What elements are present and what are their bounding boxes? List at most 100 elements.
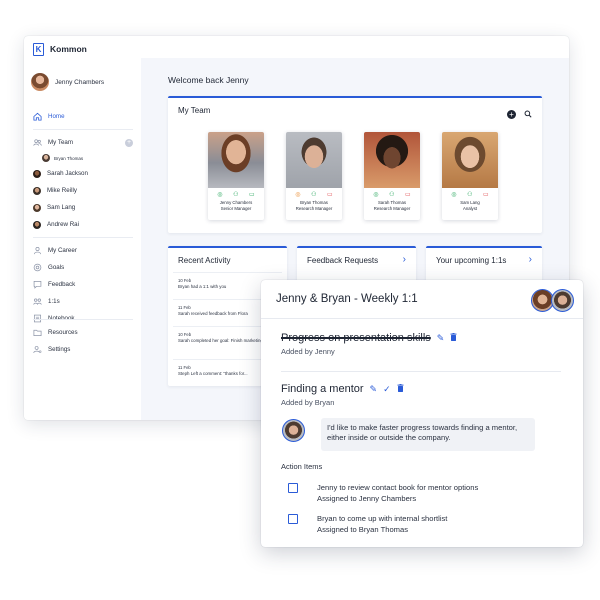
goal-icon[interactable]: ◎: [451, 191, 456, 198]
sidebar-item-member[interactable]: Sam Lang: [33, 199, 133, 216]
divider: [281, 371, 561, 372]
feedback-icon[interactable]: ▭: [405, 191, 411, 198]
member-photo: [442, 132, 498, 188]
user-profile[interactable]: Jenny Chambers: [31, 73, 104, 91]
topic-title: Finding a mentor: [281, 383, 364, 395]
add-member-icon[interactable]: +: [507, 109, 516, 119]
action-item-assignee: Assigned to Jenny Chambers: [317, 494, 417, 503]
app-name: Kommon: [50, 44, 87, 54]
sidebar-bottom-nav: Resources Settings: [33, 315, 133, 358]
team-member-card[interactable]: ◎ ⚇ ▭ Jenny Chambers Senior Manager: [208, 132, 264, 220]
sidebar-item-member[interactable]: Sarah Jackson: [33, 165, 133, 182]
avatar: [42, 154, 50, 162]
sidebar-subitem-bryan[interactable]: Bryan Thomas: [33, 151, 133, 165]
team-member-card[interactable]: ◎ ⚇ ▭ Bryan Thomas Research Manager: [286, 132, 342, 220]
feedback-icon[interactable]: ▭: [483, 191, 489, 198]
avatar: [33, 169, 41, 178]
sidebar-item-label: Sarah Jackson: [47, 170, 88, 177]
career-icon: [33, 246, 42, 255]
welcome-heading: Welcome back Jenny: [168, 75, 249, 85]
user-settings-icon: [33, 345, 42, 354]
user-avatar: [31, 73, 49, 91]
divider: [173, 272, 282, 273]
goal-icon[interactable]: ◎: [217, 191, 222, 198]
agenda-topic: Progress on presentation skills ✎ Added …: [281, 332, 457, 356]
chat-icon: [33, 280, 42, 289]
sidebar-item-label: My Career: [48, 247, 77, 254]
sidebar-item-label: 1:1s: [48, 298, 60, 305]
sidebar-item-label: Home: [48, 113, 65, 120]
brand[interactable]: K Kommon: [33, 42, 87, 56]
sidebar-item-one-on-ones[interactable]: 1:1s: [33, 293, 133, 310]
sidebar-item-label: Bryan Thomas: [54, 155, 84, 161]
topic-author: Added by Jenny: [281, 347, 335, 356]
one-on-one-icon[interactable]: ⚇: [389, 191, 394, 198]
sidebar-item-my-team[interactable]: My Team +: [33, 134, 133, 151]
member-photo: [208, 132, 264, 188]
meeting-title: Jenny & Bryan - Weekly 1:1: [276, 293, 418, 305]
add-team-member-icon[interactable]: +: [125, 138, 133, 147]
one-on-one-icon[interactable]: ⚇: [311, 191, 316, 198]
trash-icon[interactable]: [397, 384, 404, 394]
kommon-logo-icon: K: [33, 42, 44, 56]
sidebar-item-label: Settings: [48, 346, 71, 353]
people-icon: [33, 297, 42, 306]
divider: [33, 129, 133, 130]
member-role: Research Manager: [295, 205, 333, 211]
sidebar-item-label: Resources: [48, 329, 78, 336]
card-title: Recent Activity: [178, 256, 231, 265]
sidebar-item-goals[interactable]: Goals: [33, 259, 133, 276]
avatar: [33, 203, 41, 212]
card-title: Your upcoming 1:1s: [436, 256, 507, 265]
meeting-modal: Jenny & Bryan - Weekly 1:1 Progress on p…: [261, 280, 583, 547]
my-team-card: My Team + ◎ ⚇ ▭ Jenny Chambers Senior Ma…: [168, 96, 542, 233]
action-item-text: Jenny to review contact book for mentor …: [317, 483, 479, 492]
goal-icon[interactable]: ◎: [373, 191, 378, 198]
chevron-right-icon[interactable]: ›: [529, 254, 532, 265]
folder-icon: [33, 328, 42, 337]
sidebar-item-label: Mike Reilly: [47, 187, 77, 194]
sidebar-item-career[interactable]: My Career: [33, 242, 133, 259]
one-on-one-icon[interactable]: ⚇: [467, 191, 472, 198]
action-item: Bryan to come up with internal shortlist…: [288, 513, 447, 535]
home-icon: [33, 112, 42, 121]
one-on-one-icon[interactable]: ⚇: [233, 191, 238, 198]
trash-icon[interactable]: [450, 333, 457, 343]
edit-icon[interactable]: ✎: [437, 333, 445, 344]
comment-bubble: I'd like to make faster progress towards…: [321, 418, 535, 451]
sidebar-item-settings[interactable]: Settings: [33, 341, 133, 358]
team-member-card[interactable]: ◎ ⚇ ▭ Sarah Thomas Research Manager: [364, 132, 420, 220]
chevron-right-icon[interactable]: ›: [403, 254, 406, 265]
card-title: Feedback Requests: [307, 256, 379, 265]
feedback-icon[interactable]: ▭: [249, 191, 255, 198]
sidebar-item-home[interactable]: Home: [33, 108, 133, 125]
action-item-checkbox[interactable]: [288, 483, 298, 493]
sidebar-item-member[interactable]: Mike Reilly: [33, 182, 133, 199]
action-item-assignee: Assigned to Bryan Thomas: [317, 525, 409, 534]
target-icon: [33, 263, 42, 272]
sidebar-item-label: My Team: [48, 139, 73, 146]
goal-icon[interactable]: ◎: [295, 191, 300, 198]
feedback-icon[interactable]: ▭: [327, 191, 333, 198]
member-role: Analyst: [462, 205, 478, 211]
search-icon[interactable]: [524, 105, 532, 123]
check-icon[interactable]: ✓: [383, 384, 391, 395]
sidebar: Jenny Chambers Home My Team + Bryan Thom…: [24, 58, 141, 420]
avatar[interactable]: [551, 289, 574, 312]
action-item-checkbox[interactable]: [288, 514, 298, 524]
avatar: [282, 419, 305, 442]
avatar: [33, 220, 41, 229]
divider: [33, 319, 133, 320]
sidebar-item-resources[interactable]: Resources: [33, 324, 133, 341]
topic-title: Progress on presentation skills: [281, 332, 431, 344]
team-member-card[interactable]: ◎ ⚇ ▭ Sam Lang Analyst: [442, 132, 498, 220]
card-title: My Team: [178, 106, 211, 115]
avatar: [33, 186, 41, 195]
edit-icon[interactable]: ✎: [370, 384, 378, 395]
sidebar-item-member[interactable]: Andrew Rai: [33, 216, 133, 233]
sidebar-item-feedback[interactable]: Feedback: [33, 276, 133, 293]
action-item: Jenny to review contact book for mentor …: [288, 482, 478, 504]
member-role: Senior Manager: [220, 205, 252, 211]
participants: [531, 289, 574, 312]
sidebar-nav: Home My Team + Bryan Thomas Sarah Jackso…: [33, 108, 133, 327]
